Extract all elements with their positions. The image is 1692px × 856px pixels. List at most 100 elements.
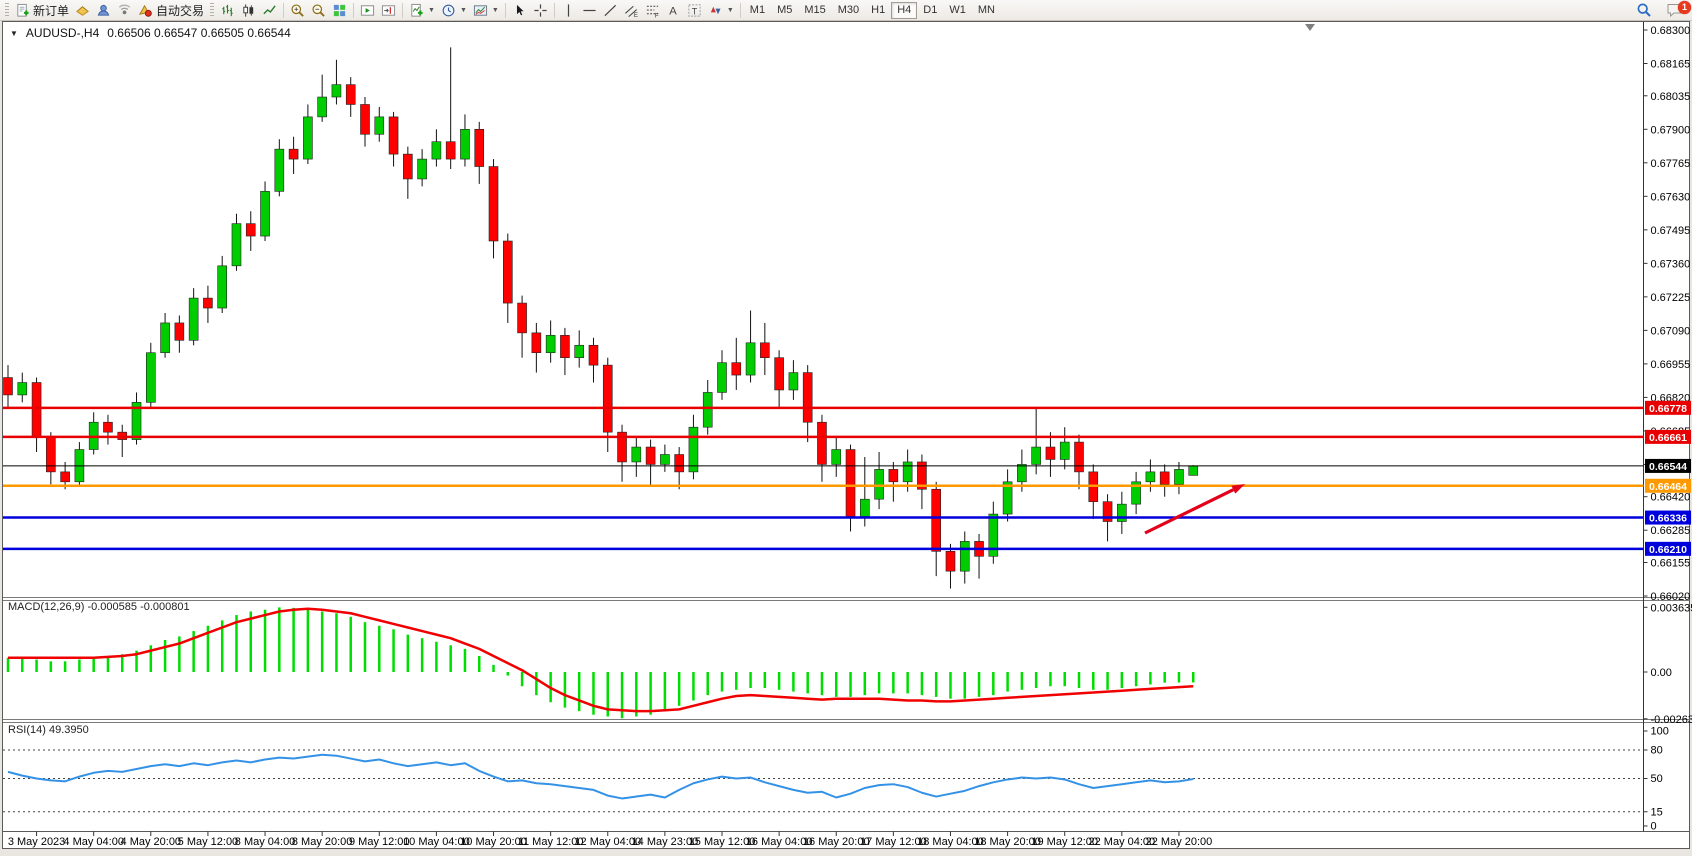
svg-text:0.66420: 0.66420 [1651, 492, 1691, 504]
new-order-icon [15, 3, 30, 18]
templates-button[interactable]: ▼ [470, 1, 502, 19]
chevron-down-icon: ▼ [727, 7, 734, 14]
trendline-icon [603, 3, 618, 18]
svg-text:0.68300: 0.68300 [1651, 25, 1691, 37]
chart-window-border [3, 22, 1690, 849]
text-label-icon: T [687, 3, 702, 18]
signals-button[interactable] [114, 1, 135, 19]
zoom-in-button[interactable] [287, 1, 308, 19]
svg-text:0.66210: 0.66210 [1649, 544, 1687, 556]
search-icon [1636, 2, 1652, 18]
metaeditor-button[interactable] [72, 1, 93, 19]
timeframe-h4[interactable]: H4 [891, 2, 917, 19]
svg-text:15: 15 [1651, 806, 1663, 818]
svg-text:0.68165: 0.68165 [1651, 59, 1691, 71]
toolbar-grip[interactable] [210, 3, 214, 17]
timeframe-m5[interactable]: M5 [771, 2, 798, 19]
metaeditor-icon [75, 3, 90, 18]
svg-text:T: T [692, 6, 698, 16]
svg-text:0: 0 [1651, 821, 1657, 833]
signals-icon [117, 3, 132, 18]
tile-windows-icon [332, 3, 347, 18]
auto-scroll-button[interactable] [357, 1, 378, 19]
chart-symbol-period: AUDUSD-,H4 [26, 26, 99, 40]
new-order-button[interactable]: 新订单 [12, 1, 72, 19]
notifications-button[interactable]: 1 [1663, 1, 1687, 19]
svg-text:0.66661: 0.66661 [1649, 432, 1687, 444]
svg-text:0.67765: 0.67765 [1651, 158, 1691, 170]
crosshair-button[interactable] [530, 1, 551, 19]
arrows-button[interactable]: ▼ [705, 1, 737, 19]
svg-text:0.67900: 0.67900 [1651, 124, 1691, 136]
timeframe-mn[interactable]: MN [972, 2, 1001, 19]
timeframe-d1[interactable]: D1 [917, 2, 943, 19]
auto-scroll-icon [360, 3, 375, 18]
timeframe-m30[interactable]: M30 [832, 2, 865, 19]
community-icon [96, 3, 111, 18]
text-icon: A [666, 3, 681, 18]
macd-indicator-label: MACD(12,26,9) -0.000585 -0.000801 [8, 601, 190, 613]
crosshair-icon [533, 3, 548, 18]
zoom-out-button[interactable] [308, 1, 329, 19]
chevron-down-icon: ▼ [428, 7, 435, 14]
svg-text:9 May 12:00: 9 May 12:00 [349, 836, 410, 848]
zoom-out-icon [311, 3, 326, 18]
svg-text:0.66544: 0.66544 [1649, 461, 1687, 473]
horizontal-line-button[interactable] [579, 1, 600, 19]
svg-text:0.66778: 0.66778 [1649, 403, 1687, 415]
arrows-icon [708, 3, 723, 18]
svg-text:A: A [669, 5, 677, 17]
svg-text:50: 50 [1651, 773, 1663, 785]
svg-text:0.67090: 0.67090 [1651, 325, 1691, 337]
timeframe-m1[interactable]: M1 [744, 2, 771, 19]
svg-text:0.66336: 0.66336 [1649, 513, 1687, 525]
svg-text:E: E [634, 12, 638, 18]
svg-text:0.003635: 0.003635 [1651, 602, 1692, 614]
svg-text:4 May 20:00: 4 May 20:00 [121, 836, 182, 848]
autotrading-label: 自动交易 [156, 2, 204, 19]
cursor-button[interactable] [509, 1, 530, 19]
svg-text:-0.00263: -0.00263 [1651, 714, 1692, 726]
svg-text:0.67630: 0.67630 [1651, 191, 1691, 203]
tile-windows-button[interactable] [329, 1, 350, 19]
toolbar-grip[interactable] [5, 3, 9, 17]
timeframe-w1[interactable]: W1 [943, 2, 972, 19]
periods-button[interactable]: ▼ [438, 1, 470, 19]
vertical-line-icon [561, 3, 576, 18]
timeframe-m15[interactable]: M15 [798, 2, 831, 19]
svg-text:0.00: 0.00 [1651, 667, 1672, 679]
chevron-down-icon: ▼ [460, 7, 467, 14]
candlestick-chart-button[interactable] [238, 1, 259, 19]
svg-text:0.66285: 0.66285 [1651, 525, 1691, 537]
line-chart-button[interactable] [259, 1, 280, 19]
chart-shift-icon [381, 3, 396, 18]
equidistant-channel-button[interactable]: E [621, 1, 642, 19]
chart-canvas[interactable]: 0.68300 0.68165 0.68035 0.67900 0.67765 0.676… [0, 0, 1692, 856]
vertical-line-button[interactable] [558, 1, 579, 19]
svg-text:100: 100 [1651, 726, 1669, 738]
new-order-label: 新订单 [33, 2, 69, 19]
autotrading-button[interactable]: 自动交易 [135, 1, 207, 19]
clock-icon [441, 3, 456, 18]
svg-text:0.68035: 0.68035 [1651, 91, 1691, 103]
fibonacci-button[interactable]: F [642, 1, 663, 19]
text-button[interactable]: A [663, 1, 684, 19]
equidistant-channel-icon: E [624, 3, 639, 18]
template-icon [473, 3, 488, 18]
svg-text:0.67225: 0.67225 [1651, 292, 1691, 304]
trendline-button[interactable] [600, 1, 621, 19]
timeframe-h1[interactable]: H1 [865, 2, 891, 19]
text-label-button[interactable]: T [684, 1, 705, 19]
community-button[interactable] [93, 1, 114, 19]
svg-text:22 May 20:00: 22 May 20:00 [1146, 836, 1213, 848]
search-button[interactable] [1633, 1, 1655, 19]
svg-text:80: 80 [1651, 745, 1663, 757]
chart-shift-button[interactable] [378, 1, 399, 19]
notification-badge: 1 [1678, 1, 1691, 14]
bar-chart-button[interactable] [217, 1, 238, 19]
svg-text:4 May 04:00: 4 May 04:00 [63, 836, 124, 848]
chart-menu-icon[interactable]: ▼ [10, 29, 18, 38]
indicators-button[interactable]: ▼ [406, 1, 438, 19]
chevron-down-icon: ▼ [492, 7, 499, 14]
svg-text:0.66464: 0.66464 [1649, 481, 1687, 493]
